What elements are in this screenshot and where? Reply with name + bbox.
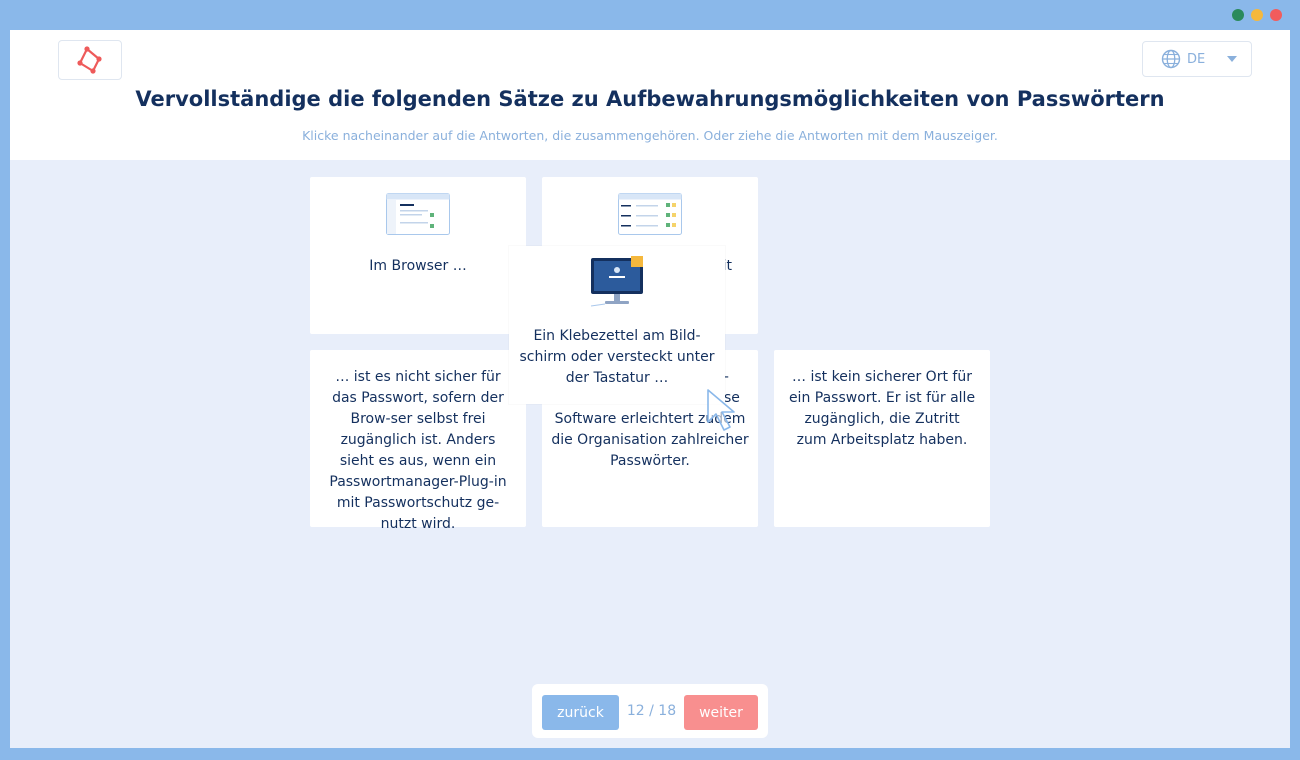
card-text: … ist es nicht sicher für das Passwort, …: [329, 369, 507, 532]
answer-card-browser[interactable]: Im Browser …: [310, 177, 526, 334]
language-selector[interactable]: DE: [1142, 41, 1252, 77]
pagination-bar: zurück 12 / 18 weiter: [532, 684, 768, 738]
browser-window-thumbnail-icon: [386, 193, 450, 235]
globe-icon: [1161, 49, 1181, 69]
header: DE Vervollständige die folgenden Sätze z…: [10, 30, 1290, 160]
language-label: DE: [1187, 51, 1206, 67]
page-counter: 12 / 18: [626, 703, 677, 719]
page-subtitle: Klicke nacheinander auf die Antworten, d…: [302, 128, 998, 143]
page-title: Vervollständige die folgenden Sätze zu A…: [135, 87, 1165, 111]
logo-button[interactable]: [58, 40, 122, 80]
dragged-answer-card[interactable]: Ein Klebezettel am Bild-schirm oder vers…: [509, 246, 725, 404]
back-button[interactable]: zurück: [542, 695, 619, 730]
window-green-dot[interactable]: [1232, 9, 1244, 21]
card-text: … ist kein sicherer Ort für ein Passwort…: [788, 369, 976, 448]
mouse-cursor-icon: [707, 389, 735, 431]
app-window: DE Vervollständige die folgenden Sätze z…: [0, 0, 1300, 760]
window-red-dot[interactable]: [1270, 9, 1282, 21]
card-text: Im Browser …: [369, 258, 467, 274]
window-yellow-dot[interactable]: [1251, 9, 1263, 21]
chevron-down-icon: [1227, 56, 1238, 62]
answer-card-sticky-result[interactable]: … ist kein sicherer Ort für ein Passwort…: [774, 350, 990, 527]
password-manager-thumbnail-icon: [618, 193, 682, 235]
answer-card-browser-result[interactable]: … ist es nicht sicher für das Passwort, …: [310, 350, 526, 532]
logo-icon: [77, 46, 102, 74]
main-content: DE Vervollständige die folgenden Sätze z…: [10, 30, 1290, 748]
card-text-line: Passwörter.: [610, 453, 690, 469]
window-controls: [1232, 9, 1282, 21]
card-text: Ein Klebezettel am Bild-schirm oder vers…: [519, 328, 715, 386]
next-button[interactable]: weiter: [684, 695, 758, 730]
monitor-sticky-note-icon: [590, 256, 643, 307]
